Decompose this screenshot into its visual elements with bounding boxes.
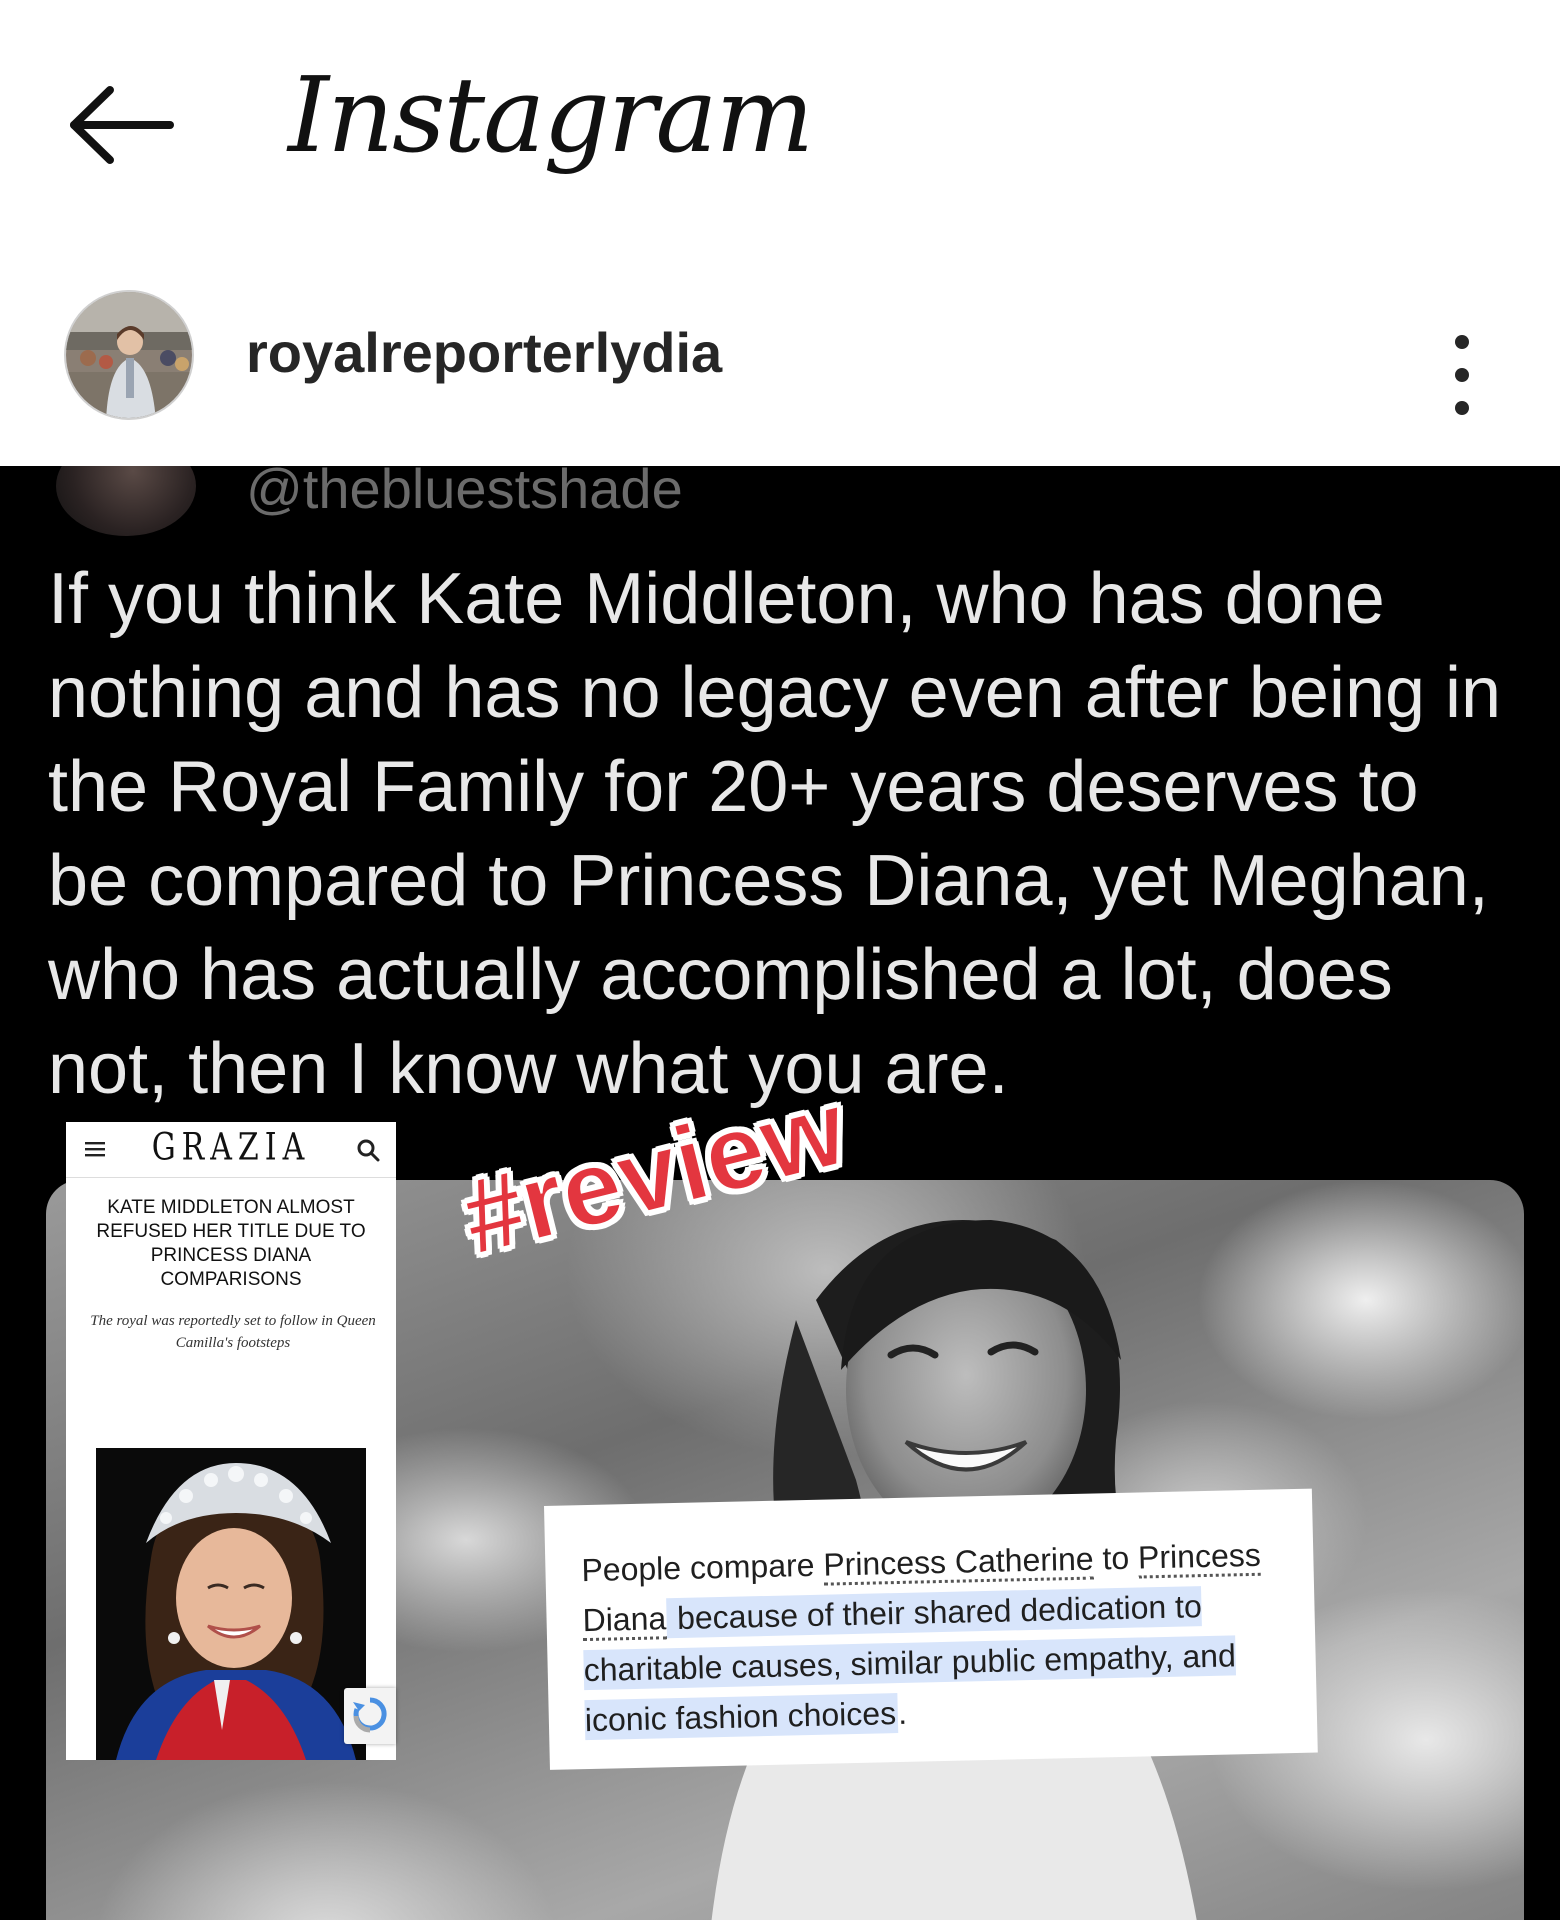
article-headline[interactable]: KATE MIDDLETON ALMOST REFUSED HER TITLE … xyxy=(80,1196,382,1292)
search-icon[interactable] xyxy=(356,1138,380,1162)
post-author-row: royalreporterlydia xyxy=(0,268,1560,468)
highlighted-answer: because of their shared dedication to ch… xyxy=(583,1586,1237,1741)
grazia-article-card[interactable]: GRAZIA KATE MIDDLETON ALMOST REFUSED HER… xyxy=(66,1122,396,1760)
link-princess-catherine[interactable]: Princess Catherine xyxy=(822,1540,1095,1586)
tweet-author-avatar xyxy=(56,466,196,536)
answer-end: . xyxy=(897,1694,908,1732)
article-subheadline: The royal was reportedly set to follow i… xyxy=(90,1313,376,1351)
grazia-header: GRAZIA xyxy=(66,1122,396,1178)
article-photo xyxy=(96,1448,366,1760)
username[interactable]: royalreporterlydia xyxy=(246,320,722,385)
top-bar: Instagram xyxy=(0,0,1560,250)
answer-mid: to xyxy=(1093,1539,1139,1577)
answer-text: People compare Princess Catherine to Pri… xyxy=(581,1529,1287,1745)
avatar[interactable] xyxy=(64,290,194,420)
arrow-left-icon[interactable] xyxy=(66,80,176,170)
vertical-ellipsis-icon[interactable] xyxy=(1440,320,1484,430)
recaptcha-badge[interactable] xyxy=(344,1688,396,1744)
answer-intro: People compare xyxy=(581,1546,824,1589)
tweet-text: If you think Kate Middleton, who has don… xyxy=(48,559,1502,1109)
grazia-logo: GRAZIA xyxy=(151,1125,311,1170)
tweet-handle: @thebluestshade xyxy=(246,466,683,520)
app-logo: Instagram xyxy=(288,54,814,176)
ai-answer-card: People compare Princess Catherine to Pri… xyxy=(544,1488,1318,1770)
